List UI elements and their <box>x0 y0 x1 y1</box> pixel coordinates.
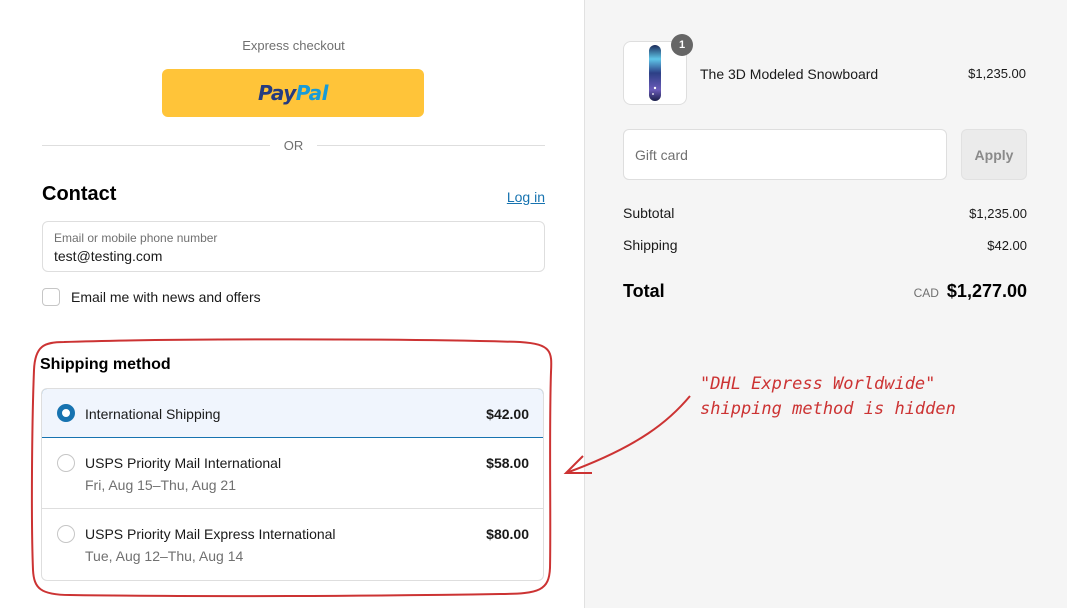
shipping-options-list: International Shipping $42.00 USPS Prior… <box>41 388 544 581</box>
shipping-option-dates: Tue, Aug 12–Thu, Aug 14 <box>85 548 244 564</box>
newsletter-label: Email me with news and offers <box>71 289 261 305</box>
radio-icon[interactable] <box>57 454 75 472</box>
quantity-badge: 1 <box>671 34 693 56</box>
total-value: $1,277.00 <box>946 281 1027 301</box>
order-summary-panel: 1 The 3D Modeled Snowboard $1,235.00 App… <box>584 0 1067 608</box>
paypal-logo: PayPal <box>257 81 329 105</box>
radio-selected-icon[interactable] <box>57 404 75 422</box>
newsletter-checkbox[interactable] <box>42 288 60 306</box>
shipping-option-usps-express[interactable]: USPS Priority Mail Express International… <box>42 509 543 580</box>
snowboard-image <box>649 45 661 101</box>
shipping-option-name: USPS Priority Mail Express International <box>85 526 336 542</box>
shipping-option-price: $80.00 <box>486 526 529 542</box>
annotation-note: "DHL Express Worldwide" shipping method … <box>700 372 956 422</box>
annotation-line-2: shipping method is hidden <box>700 399 956 419</box>
divider-line <box>42 144 270 146</box>
total-label: Total <box>623 281 665 301</box>
total-amount: CAD $1,277.00 <box>914 281 1027 302</box>
currency-code: CAD <box>913 286 939 300</box>
shipping-method-heading: Shipping method <box>40 356 171 373</box>
email-field-label: Email or mobile phone number <box>54 231 218 245</box>
product-name: The 3D Modeled Snowboard <box>700 66 879 82</box>
email-field-value[interactable]: test@testing.com <box>54 248 533 264</box>
or-label: OR <box>283 137 304 153</box>
gift-card-input[interactable] <box>623 129 947 180</box>
email-field[interactable]: Email or mobile phone number test@testin… <box>42 221 545 272</box>
shipping-cost-label: Shipping <box>623 237 678 253</box>
subtotal-value: $1,235.00 <box>969 206 1027 221</box>
or-divider: OR <box>42 137 545 153</box>
shipping-cost-row: Shipping $42.00 <box>623 237 1027 253</box>
shipping-option-price: $58.00 <box>486 455 529 471</box>
radio-icon[interactable] <box>57 525 75 543</box>
product-price: $1,235.00 <box>968 66 1026 81</box>
shipping-cost-value: $42.00 <box>987 238 1027 253</box>
divider-line <box>317 144 545 146</box>
annotation-line-1: "DHL Express Worldwide" <box>700 374 936 394</box>
subtotal-row: Subtotal $1,235.00 <box>623 205 1027 221</box>
newsletter-option[interactable]: Email me with news and offers <box>42 288 261 306</box>
login-link[interactable]: Log in <box>507 189 545 205</box>
shipping-option-international[interactable]: International Shipping $42.00 <box>42 389 543 438</box>
shipping-option-dates: Fri, Aug 15–Thu, Aug 21 <box>85 477 236 493</box>
subtotal-label: Subtotal <box>623 205 675 221</box>
shipping-option-price: $42.00 <box>486 406 529 422</box>
paypal-button[interactable]: PayPal <box>162 69 424 117</box>
total-row: Total CAD $1,277.00 <box>623 281 1027 302</box>
shipping-option-usps-priority[interactable]: USPS Priority Mail International Fri, Au… <box>42 438 543 509</box>
express-checkout-label: Express checkout <box>242 38 345 53</box>
shipping-option-name: USPS Priority Mail International <box>85 455 282 471</box>
shipping-option-name: International Shipping <box>85 406 221 422</box>
checkout-main-panel: Express checkout PayPal OR Contact Log i… <box>0 0 584 608</box>
apply-button[interactable]: Apply <box>961 129 1027 180</box>
contact-heading: Contact <box>42 183 117 205</box>
